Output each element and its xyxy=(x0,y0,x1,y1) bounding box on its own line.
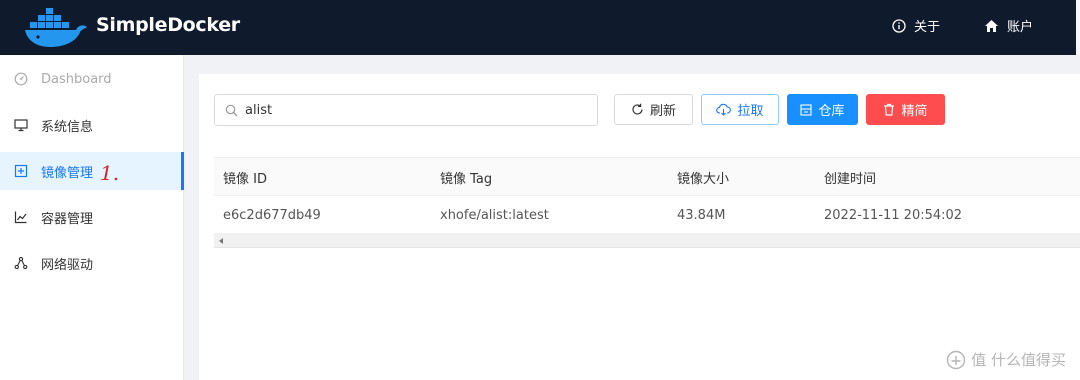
network-nodes-icon xyxy=(14,256,28,270)
sidebar-item-label: 镜像管理 xyxy=(41,165,94,181)
scroll-left-arrow-icon[interactable] xyxy=(219,238,223,244)
image-table: 镜像 ID 镜像 Tag 镜像大小 创建时间 e6c2d677db49 xhof… xyxy=(214,157,1080,248)
pull-label: 拉取 xyxy=(737,104,764,119)
column-header-created-time[interactable]: 创建时间 xyxy=(824,158,876,196)
sidebar-item-dashboard[interactable]: Dashboard xyxy=(0,60,184,98)
line-chart-icon xyxy=(14,210,28,224)
repository-label: 仓库 xyxy=(818,104,845,119)
repository-icon xyxy=(800,103,813,116)
cloud-download-icon xyxy=(716,103,732,116)
image-id-cell: e6c2d677db49 xyxy=(223,207,321,223)
docker-whale-logo xyxy=(25,8,87,47)
account-link[interactable]: 账户 xyxy=(984,16,1033,35)
refresh-button[interactable]: 刷新 xyxy=(614,94,693,125)
top-bar: SimpleDocker 关于 账户 xyxy=(0,0,1080,55)
dashboard-icon xyxy=(14,72,28,86)
info-icon xyxy=(892,18,906,33)
sidebar-item-container-management[interactable]: 容器管理 xyxy=(0,198,184,236)
column-header-image-tag[interactable]: 镜像 Tag xyxy=(440,158,492,196)
image-size-cell: 43.84M xyxy=(677,207,726,223)
sidebar-item-label: 容器管理 xyxy=(41,211,94,227)
table-row[interactable]: e6c2d677db49 xhofe/alist:latest 43.84M 2… xyxy=(214,196,1080,234)
sidebar-item-label: Dashboard xyxy=(41,71,112,87)
watermark-logo-icon xyxy=(947,350,966,369)
sidebar-item-label: 网络驱动 xyxy=(41,257,94,273)
repository-button[interactable]: 仓库 xyxy=(787,94,858,125)
table-header: 镜像 ID 镜像 Tag 镜像大小 创建时间 xyxy=(214,158,1080,196)
search-box[interactable] xyxy=(214,94,598,126)
image-box-icon xyxy=(14,164,28,178)
horizontal-scrollbar[interactable] xyxy=(214,234,1080,248)
refresh-icon xyxy=(632,103,643,115)
created-time-cell: 2022-11-11 20:54:02 xyxy=(824,207,963,223)
search-input[interactable] xyxy=(245,102,575,118)
prune-button[interactable]: 精简 xyxy=(866,94,945,125)
about-label: 关于 xyxy=(914,20,941,35)
home-icon xyxy=(985,19,998,32)
trash-icon xyxy=(884,103,895,116)
image-tag-cell: xhofe/alist:latest xyxy=(440,207,549,223)
sidebar-item-network-driver[interactable]: 网络驱动 xyxy=(0,244,184,282)
sidebar: Dashboard 系统信息 镜像管理 容器管理 网络驱动 xyxy=(0,55,184,380)
sidebar-item-image-management[interactable]: 镜像管理 xyxy=(0,152,184,190)
monitor-icon xyxy=(14,118,28,132)
prune-label: 精简 xyxy=(901,104,928,119)
column-header-image-id[interactable]: 镜像 ID xyxy=(223,158,267,196)
pull-button[interactable]: 拉取 xyxy=(701,94,779,125)
search-icon xyxy=(225,104,238,116)
watermark-text: 值 什么值得买 xyxy=(971,351,1066,369)
refresh-label: 刷新 xyxy=(649,104,676,119)
main-content: 刷新 拉取 仓库 精简 镜像 ID 镜像 Tag 镜像大小 创建时间 e6c2d… xyxy=(199,74,1080,380)
sidebar-item-label: 系统信息 xyxy=(41,119,94,135)
sidebar-item-system-info[interactable]: 系统信息 xyxy=(0,106,184,144)
top-bar-edge xyxy=(1076,0,1080,55)
about-link[interactable]: 关于 xyxy=(892,16,940,35)
account-label: 账户 xyxy=(1007,20,1034,35)
brand-name: SimpleDocker xyxy=(96,14,240,36)
watermark: 值 什么值得买 xyxy=(946,349,1066,370)
column-header-image-size[interactable]: 镜像大小 xyxy=(677,158,729,196)
